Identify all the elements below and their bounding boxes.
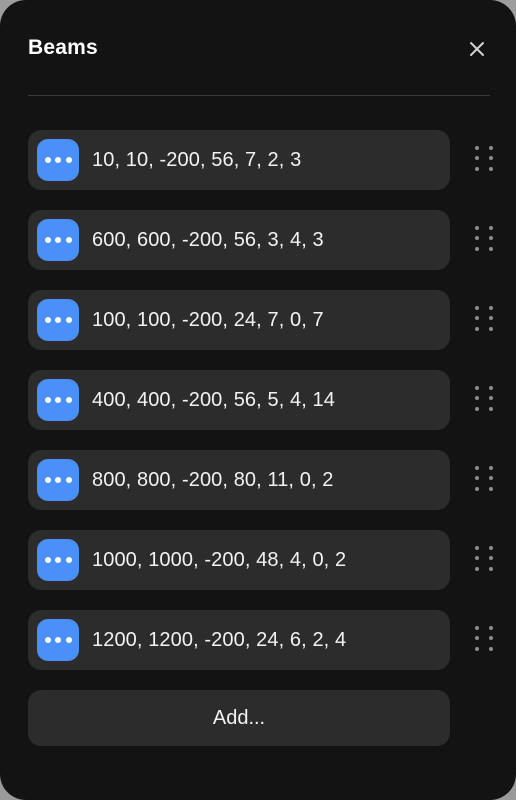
drag-handle-icon[interactable] xyxy=(475,306,497,334)
ellipsis-icon[interactable] xyxy=(37,539,79,581)
beam-value: 600, 600, -200, 56, 3, 4, 3 xyxy=(92,229,324,252)
page-title: Beams xyxy=(28,36,98,60)
drag-handle-icon[interactable] xyxy=(475,226,497,254)
ellipsis-icon[interactable] xyxy=(37,459,79,501)
ellipsis-icon[interactable] xyxy=(37,619,79,661)
ellipsis-icon[interactable] xyxy=(37,219,79,261)
panel-header: Beams xyxy=(0,0,516,95)
beam-value: 100, 100, -200, 24, 7, 0, 7 xyxy=(92,309,324,332)
beam-row: 400, 400, -200, 56, 5, 4, 14 xyxy=(0,370,516,430)
ellipsis-icon[interactable] xyxy=(37,379,79,421)
beam-field[interactable]: 10, 10, -200, 56, 7, 2, 3 xyxy=(28,130,450,190)
beam-row: 10, 10, -200, 56, 7, 2, 3 xyxy=(0,130,516,190)
drag-handle-icon[interactable] xyxy=(475,546,497,574)
add-button[interactable]: Add... xyxy=(28,690,450,746)
beam-value: 1200, 1200, -200, 24, 6, 2, 4 xyxy=(92,629,346,652)
drag-handle-icon[interactable] xyxy=(475,626,497,654)
beam-row: 600, 600, -200, 56, 3, 4, 3 xyxy=(0,210,516,270)
drag-handle-icon[interactable] xyxy=(475,146,497,174)
close-icon xyxy=(468,40,486,58)
beam-field[interactable]: 1200, 1200, -200, 24, 6, 2, 4 xyxy=(28,610,450,670)
beam-field[interactable]: 1000, 1000, -200, 48, 4, 0, 2 xyxy=(28,530,450,590)
beam-field[interactable]: 800, 800, -200, 80, 11, 0, 2 xyxy=(28,450,450,510)
drag-handle-icon[interactable] xyxy=(475,386,497,414)
header-divider xyxy=(28,95,490,96)
ellipsis-icon[interactable] xyxy=(37,299,79,341)
ellipsis-icon[interactable] xyxy=(37,139,79,181)
drag-handle-icon[interactable] xyxy=(475,466,497,494)
beams-list: 10, 10, -200, 56, 7, 2, 3 600, 600, -200,… xyxy=(0,95,516,670)
beam-value: 10, 10, -200, 56, 7, 2, 3 xyxy=(92,149,301,172)
beam-field[interactable]: 600, 600, -200, 56, 3, 4, 3 xyxy=(28,210,450,270)
beam-value: 1000, 1000, -200, 48, 4, 0, 2 xyxy=(92,549,346,572)
beam-row: 100, 100, -200, 24, 7, 0, 7 xyxy=(0,290,516,350)
beam-field[interactable]: 400, 400, -200, 56, 5, 4, 14 xyxy=(28,370,450,430)
beams-panel: Beams 10, 10, -200, 56, 7, 2, 3 600, 600,… xyxy=(0,0,516,800)
beam-value: 800, 800, -200, 80, 11, 0, 2 xyxy=(92,469,334,492)
beam-row: 800, 800, -200, 80, 11, 0, 2 xyxy=(0,450,516,510)
close-button[interactable] xyxy=(460,32,494,66)
beam-field[interactable]: 100, 100, -200, 24, 7, 0, 7 xyxy=(28,290,450,350)
beam-value: 400, 400, -200, 56, 5, 4, 14 xyxy=(92,389,335,412)
beam-row: 1000, 1000, -200, 48, 4, 0, 2 xyxy=(0,530,516,590)
beam-row: 1200, 1200, -200, 24, 6, 2, 4 xyxy=(0,610,516,670)
